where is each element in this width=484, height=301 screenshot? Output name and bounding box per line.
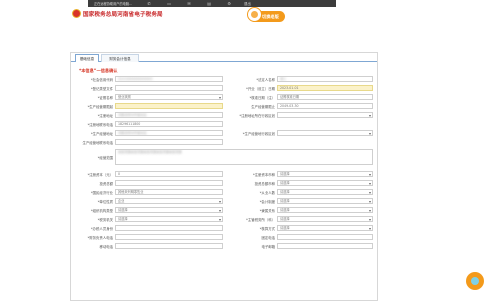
tax-org-label: *税务机关	[97, 218, 113, 222]
invest-currency-label: 投资总额币种	[254, 182, 275, 186]
reg-addr-field[interactable]: 河南省郑州市金水区	[115, 112, 223, 118]
settings-icon[interactable]: ⚙	[226, 1, 232, 6]
site-header: 国家税务总局河南省电子税务局 切换老版	[0, 7, 484, 29]
nature-label: *核算方式	[259, 227, 275, 231]
exit-button[interactable]: 退出	[244, 1, 251, 6]
accounting-system-label: *会计制度	[259, 200, 275, 204]
taxpayer-id-label: *社会信用代码	[90, 78, 113, 82]
biz-addr-field[interactable]: 河南省郑州市金水区	[115, 130, 223, 136]
reg-type-select[interactable]: 营业执照	[115, 94, 223, 100]
currency-select[interactable]: 请选择	[277, 171, 373, 177]
affiliation-label: *隶属关系	[259, 209, 275, 213]
toolbar-status-text: 正在远程协助用户的电脑...	[94, 2, 133, 6]
employees-label: *从业人数	[259, 191, 275, 195]
main-tax-select[interactable]: 请选择	[277, 216, 373, 222]
biz-phone-label: 生产经营地联系电话	[82, 141, 113, 145]
reg-district-select[interactable]	[277, 112, 373, 118]
file-icon[interactable]: ▤	[206, 1, 212, 6]
email-label: 电子邮箱	[261, 245, 275, 249]
unit-nature-select[interactable]: 企业	[115, 198, 223, 204]
section-title: *本信息“一信息确认	[79, 68, 118, 73]
approval-date-label: *核准日期（注）	[249, 96, 275, 100]
main-tax-label: *主管税务所（科）	[246, 218, 275, 222]
open-date-label: *开业（设立）日期	[246, 87, 275, 91]
biz-district-select[interactable]	[277, 130, 373, 136]
chat-icon[interactable]: ✉	[186, 1, 192, 6]
remote-toolbar: 正在远程协助用户的电脑... ✆ ▭ ✉ ▤ ⚙ 退出	[88, 0, 336, 7]
reg-type-label: *证照名称	[97, 96, 113, 100]
fixed-tel-label: 固定电话	[261, 236, 275, 240]
tab-basic-info[interactable]: 基础信息	[75, 54, 99, 62]
site-title: 国家税务总局河南省电子税务局	[83, 12, 163, 18]
open-date-field[interactable]: 2023-01-01	[277, 85, 373, 91]
approval-date-field[interactable]: 证照核准日期	[277, 94, 373, 100]
reg-district-label: *注册地址所在行政区划	[239, 114, 275, 118]
emblem-icon	[72, 9, 81, 18]
reg-doc-label: *登记类型文件	[90, 87, 113, 91]
invest-label: 投资总额	[99, 182, 113, 186]
prod-end-field[interactable]: 2049-03-30	[277, 103, 373, 109]
biz-addr-label: *生产经营地址	[90, 132, 113, 136]
prod-end-label: 生产经营期限止	[251, 105, 275, 109]
biz-district-label: *生产经营地行政区划	[242, 132, 275, 136]
tab-finance-info[interactable]: 财务会计信息	[101, 54, 139, 62]
biz-scope-label: *经营范围	[97, 156, 113, 160]
employees-select[interactable]: 请选择	[277, 189, 373, 195]
org-type-label: *组织机构类型	[90, 209, 113, 213]
screen-icon[interactable]: ▭	[166, 1, 172, 6]
deputy-field[interactable]	[115, 225, 223, 231]
mascot-icon[interactable]	[247, 7, 262, 22]
legal-rep-label: *法定人名称	[256, 78, 275, 82]
reg-phone-label: *注册地联系电话	[87, 123, 113, 127]
fixed-tel-field[interactable]	[277, 234, 373, 240]
capital-field[interactable]: 0	[115, 171, 223, 177]
invest-field[interactable]	[115, 180, 223, 186]
assistant-icon[interactable]	[466, 272, 484, 290]
reg-phone-field[interactable]: 18296111800	[115, 121, 223, 127]
finance-phone-label: *财务负责人电话	[87, 236, 113, 240]
phone-icon[interactable]: ✆	[146, 1, 152, 6]
info-panel: 基础信息 财务会计信息 *本信息“一信息确认 *社会信用代码 914100000…	[70, 52, 378, 301]
industry-label: *国民经济行业	[90, 191, 113, 195]
unit-nature-label: *单位性质	[97, 200, 113, 204]
prod-start-label: *生产经营期限起	[87, 105, 113, 109]
biz-phone-field[interactable]	[115, 139, 223, 145]
biz-scope-field[interactable]: 经营范围经营范围经营范围经营范围经营范围	[115, 149, 373, 165]
org-type-select[interactable]: 请选择	[115, 207, 223, 213]
email-field[interactable]	[277, 243, 373, 249]
taxpayer-id-field[interactable]: 91410000000000000	[115, 76, 223, 82]
affiliation-select[interactable]: 请选择	[277, 207, 373, 213]
accounting-system-select[interactable]: 请选择	[277, 198, 373, 204]
nature-select[interactable]: 请选择	[277, 225, 373, 231]
mobile-field[interactable]	[115, 243, 223, 249]
capital-label: *注册资本（元）	[87, 173, 113, 177]
tab-bar: 基础信息 财务会计信息	[71, 53, 377, 62]
invest-currency-select[interactable]: 请选择	[277, 180, 373, 186]
tax-org-select[interactable]: 请选择	[115, 216, 223, 222]
industry-field[interactable]: 其他未列明零售业	[115, 189, 223, 195]
mobile-label: 移动电话	[99, 245, 113, 249]
reg-doc-field[interactable]	[115, 85, 223, 91]
reg-addr-label: *注册地址	[97, 114, 113, 118]
prod-start-field[interactable]	[115, 103, 223, 109]
deputy-label: *办税人员身份	[90, 227, 113, 231]
legal-rep-field[interactable]: 张三	[277, 76, 373, 82]
finance-phone-field[interactable]	[115, 234, 223, 240]
currency-label: *注册资本币种	[252, 173, 275, 177]
